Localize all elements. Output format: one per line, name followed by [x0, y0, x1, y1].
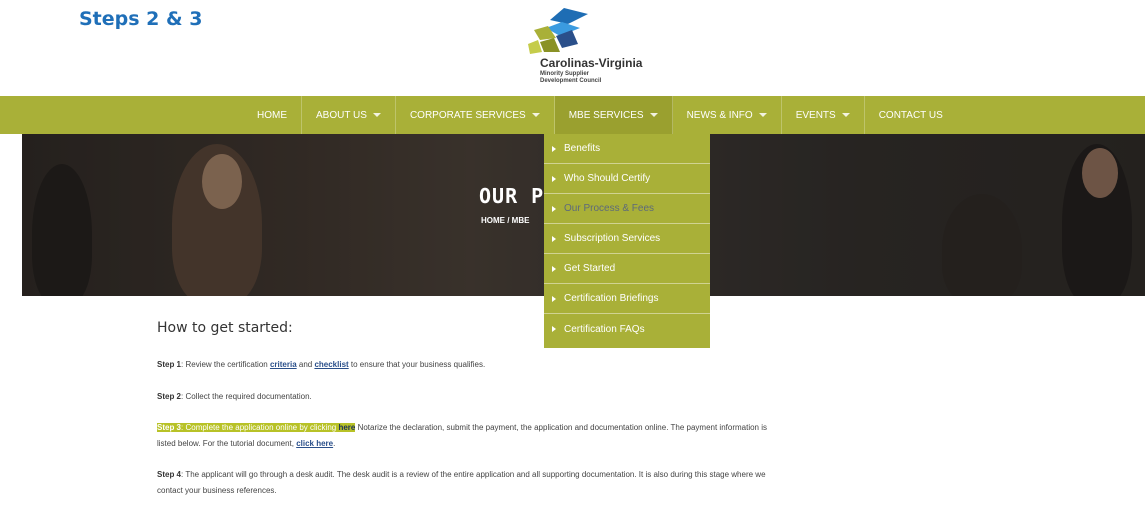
step-3-text-2: listed below. For the tutorial document,: [157, 439, 297, 448]
step-3-highlight: Step 3: Complete the application online …: [157, 423, 356, 432]
nav-item-news-info[interactable]: NEWS & INFO: [673, 96, 782, 134]
site-logo[interactable]: Carolinas-Virginia Minority Supplier Dev…: [522, 6, 692, 92]
dropdown-item-benefits[interactable]: Benefits: [544, 134, 710, 164]
caret-right-icon: [552, 205, 556, 212]
nav-item-corporate-services[interactable]: CORPORATE SERVICES: [396, 96, 555, 134]
dropdown-item-certification-briefings[interactable]: Certification Briefings: [544, 284, 710, 314]
dropdown-item-label: Certification Briefings: [564, 293, 659, 304]
caret-right-icon: [552, 295, 556, 302]
step-4-text: : The applicant will go through a desk a…: [181, 470, 766, 479]
chevron-down-icon: [372, 113, 381, 117]
nav-item-label: NEWS & INFO: [686, 109, 753, 121]
nav-item-mbe-services[interactable]: MBE SERVICES: [554, 96, 673, 134]
checklist-link[interactable]: checklist: [314, 360, 348, 369]
caret-right-icon: [552, 235, 556, 242]
caret-right-icon: [552, 265, 556, 272]
dropdown-item-label: Benefits: [564, 143, 601, 154]
step-3-text-3: .: [333, 439, 336, 448]
page-heading: How to get started:: [157, 320, 293, 336]
dropdown-item-our-process-fees[interactable]: Our Process & Fees: [544, 194, 710, 224]
logo-subtitle-line1: Minority Supplier: [540, 71, 590, 77]
logo-subtitle: Minority Supplier Development Council: [540, 71, 601, 85]
nav-item-label: ABOUT US: [316, 109, 367, 121]
step-1-label: Step 1: [157, 360, 182, 369]
caret-right-icon: [552, 175, 556, 182]
criteria-link[interactable]: criteria: [270, 360, 297, 369]
dropdown-item-who-should-certify[interactable]: Who Should Certify: [544, 164, 710, 194]
logo-name: Carolinas-Virginia: [540, 56, 643, 70]
step-1-text-3: to ensure that your business qualifies.: [348, 360, 486, 369]
step-1-text-2: and: [296, 360, 315, 369]
mbe-services-dropdown: Benefits Who Should Certify Our Process & …: [544, 134, 710, 348]
nav-item-label: CORPORATE SERVICES: [409, 109, 526, 121]
application-here-link[interactable]: here: [338, 423, 355, 432]
caret-right-icon: [552, 326, 556, 332]
step-2-label: Step 2: [157, 392, 182, 401]
step-3: Step 3: Complete the application online …: [157, 420, 767, 452]
breadcrumb[interactable]: HOME / MBE: [481, 216, 529, 225]
tutorial-click-here-link[interactable]: click here: [296, 439, 333, 448]
chevron-down-icon: [841, 113, 850, 117]
step-2: Step 2: Collect the required documentati…: [157, 389, 312, 405]
step-3-label: Step 3: [157, 423, 182, 432]
main-navbar: HOME ABOUT US CORPORATE SERVICES MBE SERVIC…: [0, 96, 1145, 134]
nav-item-label: HOME: [257, 109, 287, 121]
dropdown-item-label: Get Started: [564, 263, 616, 274]
dropdown-item-certification-faqs[interactable]: Certification FAQs: [544, 314, 710, 344]
step-2-text: : Collect the required documentation.: [181, 392, 312, 401]
step-1-text: : Review the certification: [181, 360, 270, 369]
chevron-down-icon: [758, 113, 767, 117]
dropdown-item-label: Who Should Certify: [564, 173, 651, 184]
nav-item-events[interactable]: EVENTS: [782, 96, 865, 134]
step-4-text-2: contact your business references.: [157, 486, 277, 495]
nav-item-about-us[interactable]: ABOUT US: [302, 96, 396, 134]
nav-item-home[interactable]: HOME: [243, 96, 302, 134]
logo-subtitle-line2: Development Council: [540, 78, 602, 84]
nav-item-label: CONTACT US: [878, 109, 943, 121]
chevron-down-icon: [531, 113, 540, 117]
hero-title: OUR P: [479, 184, 545, 208]
nav-menu: HOME ABOUT US CORPORATE SERVICES MBE SERVIC…: [243, 96, 957, 134]
dropdown-item-label: Our Process & Fees: [564, 203, 655, 214]
dropdown-item-label: Certification FAQs: [564, 323, 645, 335]
step-3-text: Notarize the declaration, submit the pay…: [355, 423, 767, 432]
step-4: Step 4: The applicant will go through a …: [157, 467, 766, 499]
nav-item-label: MBE SERVICES: [568, 109, 644, 121]
nav-item-label: EVENTS: [795, 109, 836, 121]
step-1: Step 1: Review the certification criteri…: [157, 357, 485, 373]
step-4-label: Step 4: [157, 470, 182, 479]
nav-item-contact-us[interactable]: CONTACT US: [865, 96, 957, 134]
step-3-highlight-text: : Complete the application online by cli…: [181, 423, 339, 432]
slide-title: Steps 2 & 3: [79, 8, 203, 30]
logo-mark-icon: [528, 8, 588, 54]
chevron-down-icon: [649, 113, 658, 117]
dropdown-item-get-started[interactable]: Get Started: [544, 254, 710, 284]
dropdown-item-subscription-services[interactable]: Subscription Services: [544, 224, 710, 254]
dropdown-item-label: Subscription Services: [564, 233, 661, 244]
caret-right-icon: [552, 145, 556, 152]
